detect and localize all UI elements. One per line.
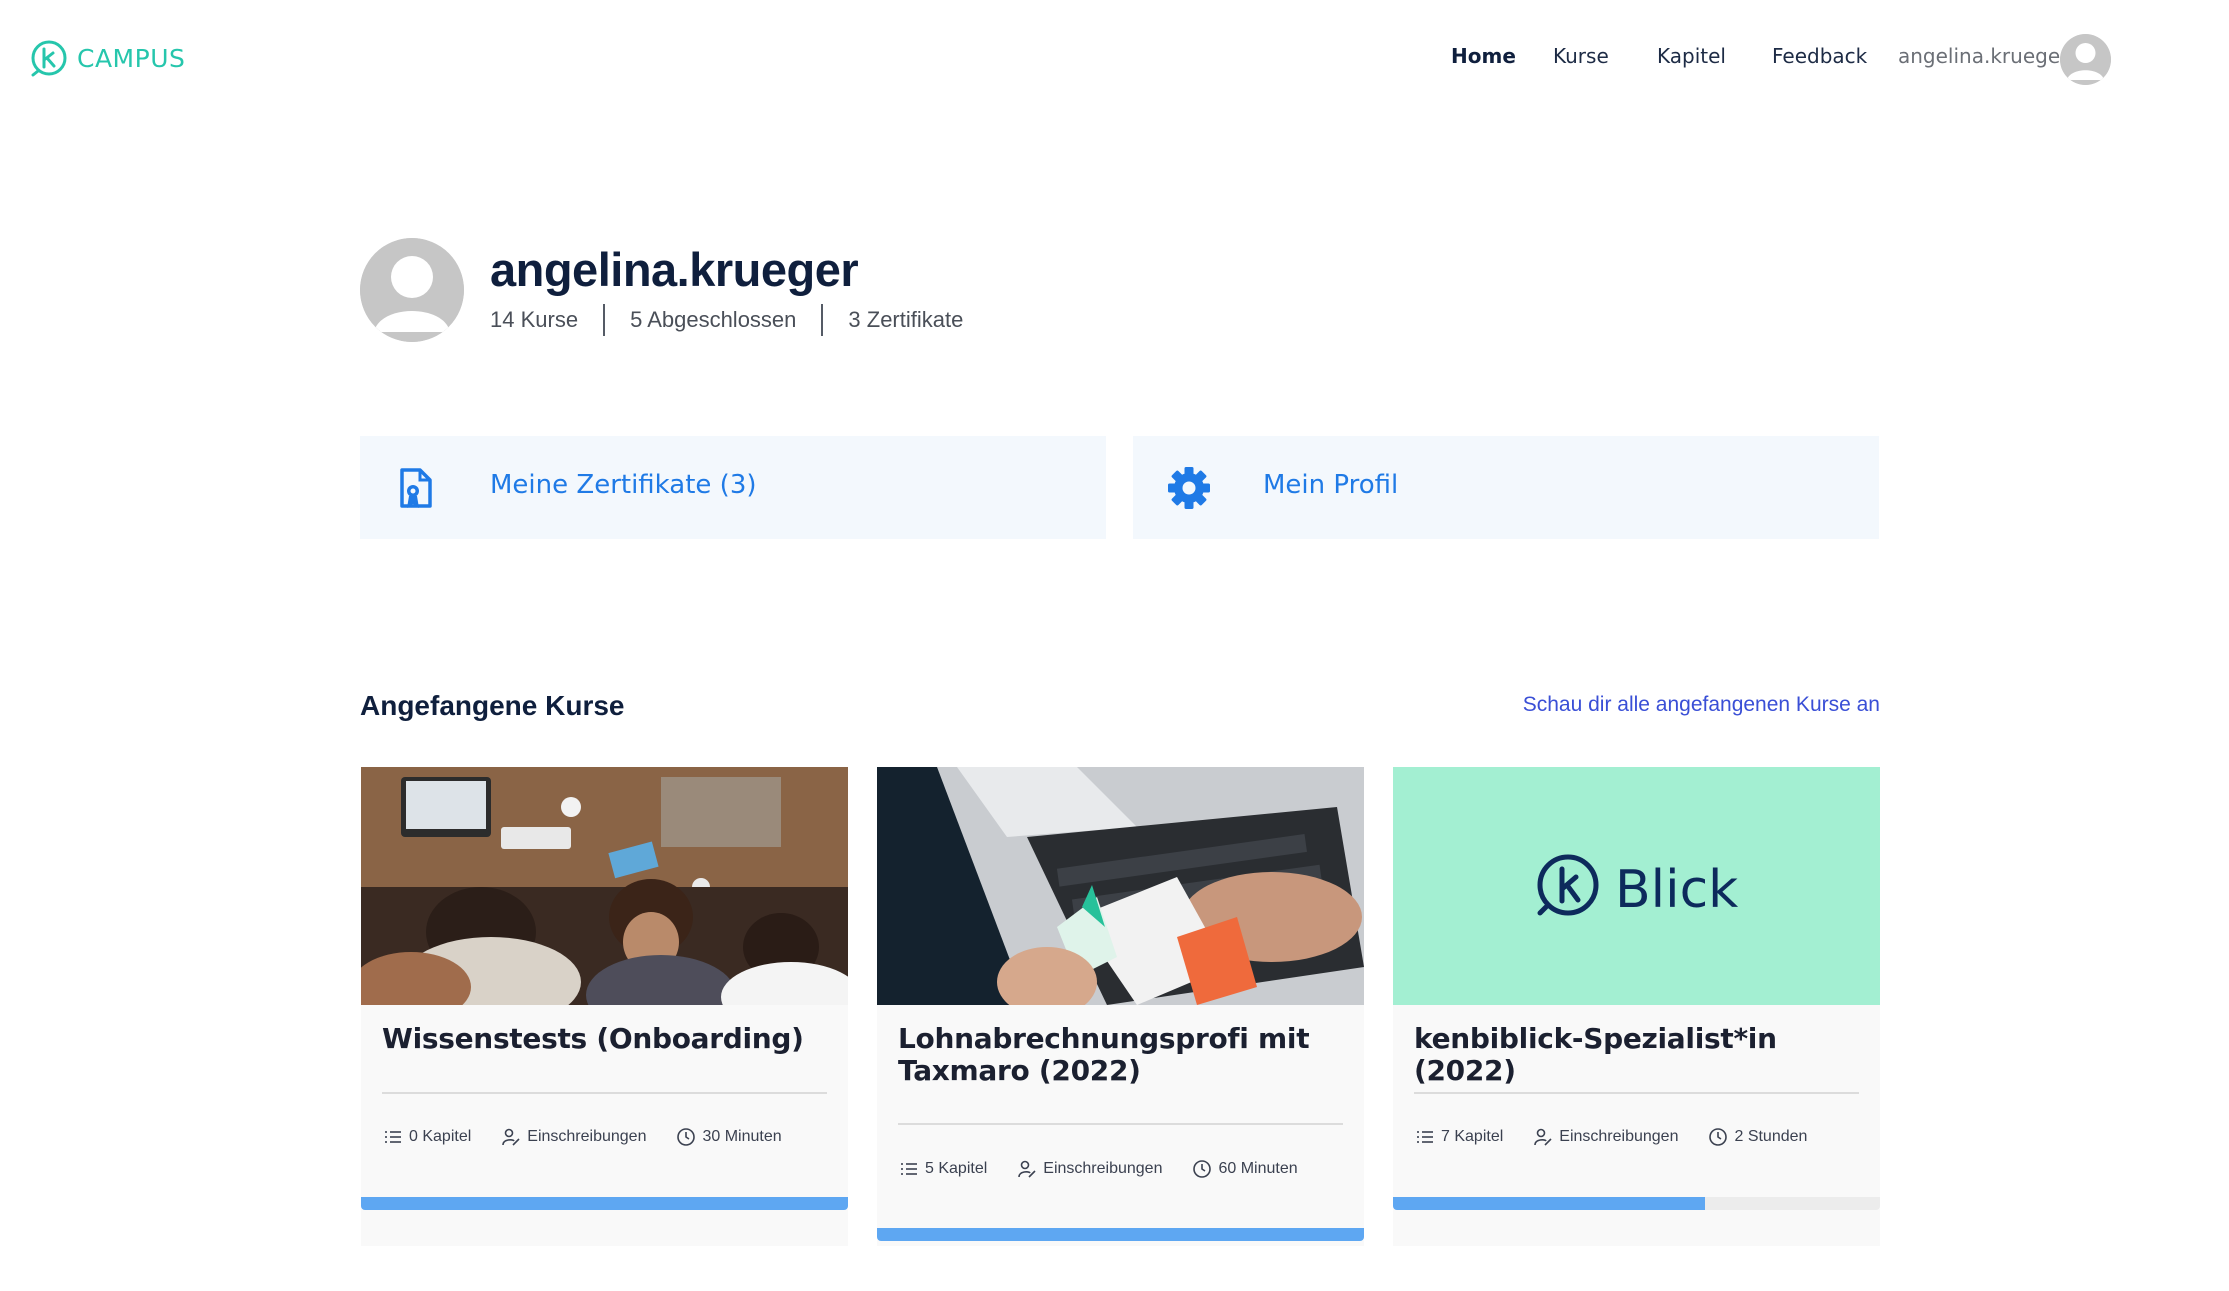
avatar-silhouette-icon	[360, 238, 464, 342]
course-divider	[1414, 1092, 1859, 1094]
profile-label: Mein Profil	[1263, 470, 1399, 500]
nav-kapitel[interactable]: Kapitel	[1657, 44, 1726, 68]
stat-completed: 5 Abgeschlossen	[630, 307, 797, 332]
course-meta: 0 Kapitel Einschreibungen 30 Minuten	[383, 1127, 812, 1147]
blick-logo-text: Blick	[1615, 860, 1738, 920]
course-card[interactable]: Wissenstests (Onboarding) 0 Kapitel Eins…	[361, 767, 848, 1246]
site-header: CAMPUS Home Kurse Kapitel Feedback angel…	[0, 0, 2229, 115]
profile-card[interactable]: Mein Profil	[1133, 436, 1879, 539]
meta-duration: 60 Minuten	[1192, 1159, 1298, 1179]
meta-enrollments: Einschreibungen	[1533, 1127, 1678, 1147]
list-icon	[385, 1131, 401, 1143]
clock-icon	[1193, 1160, 1212, 1178]
meta-enrollments: Einschreibungen	[501, 1127, 646, 1147]
section-title: Angefangene Kurse	[360, 690, 625, 721]
duration-label: 60 Minuten	[1218, 1160, 1298, 1177]
stat-divider	[603, 304, 606, 336]
meta-duration: 30 Minuten	[676, 1127, 782, 1147]
list-icon	[901, 1163, 917, 1175]
course-card[interactable]: Lohnabrechnungsprofi mit Taxmaro (2022) …	[877, 767, 1364, 1246]
course-title[interactable]: Wissenstests (Onboarding)	[382, 1023, 832, 1055]
duration-label: 30 Minuten	[702, 1128, 782, 1145]
enrollments-label: Einschreibungen	[527, 1128, 647, 1145]
course-image-blick: Blick	[1393, 767, 1880, 1005]
user-avatar[interactable]	[2060, 34, 2111, 85]
nav-username[interactable]: angelina.krueger	[1898, 44, 2068, 68]
nav-kurse[interactable]: Kurse	[1553, 44, 1609, 68]
course-divider	[898, 1123, 1343, 1125]
stat-certificates: 3 Zertifikate	[848, 307, 964, 332]
duration-label: 2 Stunden	[1734, 1128, 1808, 1145]
user-edit-icon	[502, 1128, 520, 1146]
certificates-label: Meine Zertifikate (3)	[490, 470, 757, 500]
list-icon	[1417, 1131, 1433, 1143]
chapters-count: 0 Kapitel	[409, 1128, 472, 1145]
meta-duration: 2 Stunden	[1708, 1127, 1807, 1147]
course-progress-fill	[877, 1228, 1364, 1241]
course-image-laptop	[877, 767, 1364, 1005]
meta-chapters: 5 Kapitel	[899, 1159, 987, 1179]
course-meta: 5 Kapitel Einschreibungen 60 Minuten	[899, 1159, 1328, 1179]
main-nav: Home Kurse Kapitel Feedback angelina.kru…	[0, 44, 2229, 74]
profile-name: angelina.krueger	[490, 243, 859, 296]
chapters-count: 7 Kapitel	[1441, 1128, 1504, 1145]
certificate-icon	[400, 468, 432, 508]
course-meta: 7 Kapitel Einschreibungen 2 Stunden	[1415, 1127, 1837, 1147]
nav-feedback[interactable]: Feedback	[1772, 44, 1867, 68]
clock-icon	[1709, 1128, 1728, 1146]
meta-chapters: 0 Kapitel	[383, 1127, 471, 1147]
course-image-team	[361, 767, 848, 1005]
gear-icon	[1168, 467, 1210, 509]
chapters-count: 5 Kapitel	[925, 1160, 988, 1177]
avatar-silhouette-icon	[2060, 34, 2111, 85]
all-courses-link[interactable]: Schau dir alle angefangenen Kurse an	[1510, 693, 1880, 717]
clock-icon	[677, 1128, 696, 1146]
nav-home[interactable]: Home	[1451, 44, 1516, 68]
stat-courses: 14 Kurse	[490, 307, 579, 332]
course-progress	[361, 1197, 848, 1210]
meta-chapters: 7 Kapitel	[1415, 1127, 1503, 1147]
user-edit-icon	[1534, 1128, 1552, 1146]
course-card[interactable]: Blick kenbiblick-Spezialist*in (2022) 7 …	[1393, 767, 1880, 1246]
course-progress-fill	[1393, 1197, 1705, 1210]
meta-enrollments: Einschreibungen	[1017, 1159, 1162, 1179]
profile-stats: 14 Kurse 5 Abgeschlossen 3 Zertifikate	[490, 304, 963, 336]
course-divider	[382, 1092, 827, 1094]
enrollments-label: Einschreibungen	[1559, 1128, 1679, 1145]
course-progress-fill	[361, 1197, 848, 1210]
course-progress	[1393, 1197, 1880, 1210]
user-edit-icon	[1018, 1160, 1036, 1178]
course-progress	[877, 1228, 1364, 1241]
course-title[interactable]: kenbiblick-Spezialist*in (2022)	[1414, 1023, 1864, 1087]
certificates-card[interactable]: Meine Zertifikate (3)	[360, 436, 1106, 539]
course-title[interactable]: Lohnabrechnungsprofi mit Taxmaro (2022)	[898, 1023, 1348, 1087]
enrollments-label: Einschreibungen	[1043, 1160, 1163, 1177]
stat-divider	[821, 304, 824, 336]
profile-avatar	[360, 238, 464, 342]
